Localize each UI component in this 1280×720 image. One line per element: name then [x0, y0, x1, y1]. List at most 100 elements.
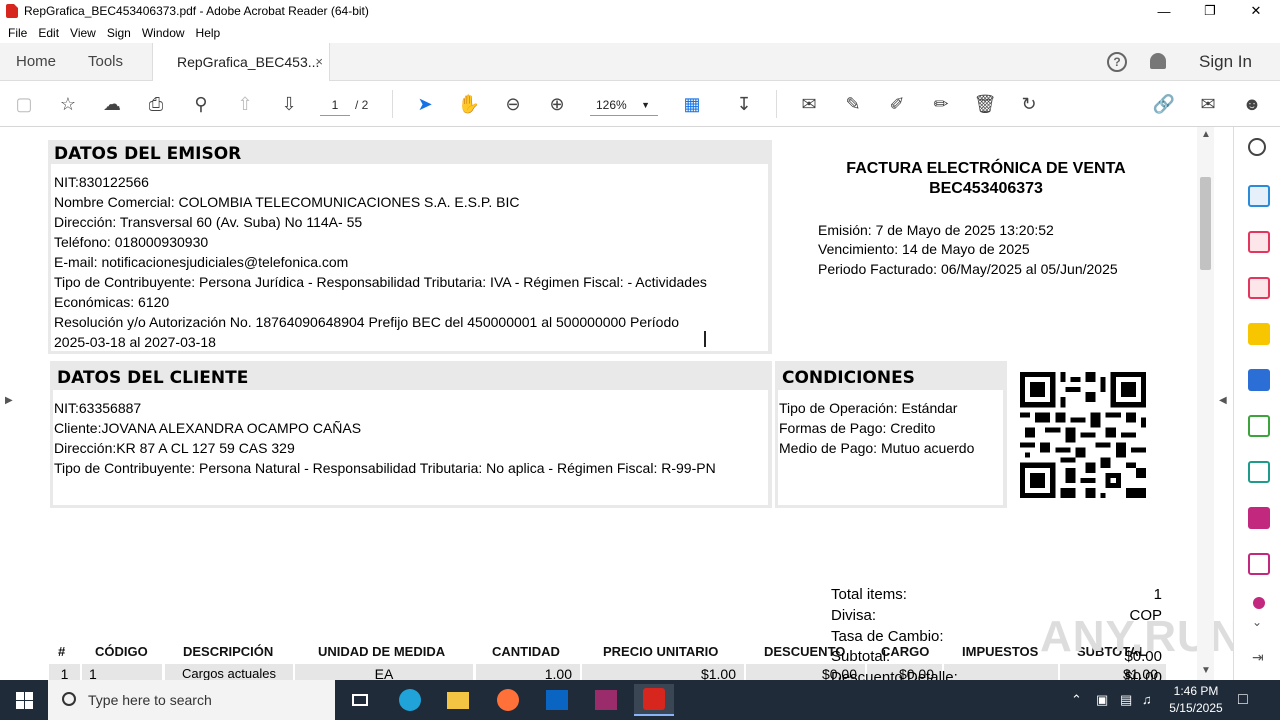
clock-date: 5/15/2025 [1169, 701, 1223, 715]
scroll-mode-icon[interactable]: ↧ [732, 92, 756, 116]
send-for-signature-icon[interactable] [1248, 461, 1270, 483]
cliente-line: Tipo de Contribuyente: Persona Natural -… [54, 460, 716, 476]
totals-label: Divisa: [831, 607, 877, 624]
emisor-line: Nombre Comercial: COLOMBIA TELECOMUNICAC… [54, 194, 520, 210]
next-page-icon[interactable]: ⇩ [277, 92, 301, 116]
emisor-line: E-mail: notificacionesjudiciales@telefon… [54, 254, 349, 270]
zoom-search-icon[interactable]: ⚲ [189, 92, 213, 116]
organize-pages-icon[interactable] [1248, 231, 1270, 253]
delete-icon[interactable]: 🗑 [973, 92, 997, 116]
notifications-icon[interactable]: □ [1238, 680, 1248, 720]
tab-tools[interactable]: Tools [88, 43, 123, 81]
taskbar-clock[interactable]: 1:46 PM 5/15/2025 [1168, 683, 1224, 717]
save-icon[interactable]: ▢ [12, 92, 36, 116]
tray-chevron-up-icon[interactable]: ⌃ [1071, 680, 1082, 720]
hand-tool-icon[interactable]: ✋ [457, 92, 481, 116]
zoom-in-icon[interactable]: ⊕ [545, 92, 569, 116]
highlight-pen-icon[interactable]: ✎ [841, 92, 865, 116]
minimize-button[interactable]: — [1141, 0, 1187, 22]
more-tools-icon[interactable] [1253, 597, 1265, 609]
expand-left-icon[interactable]: ▶ [5, 395, 13, 406]
search-placeholder: Type here to search [88, 692, 212, 708]
menu-view[interactable]: View [66, 26, 103, 40]
invoice-title: FACTURA ELECTRÓNICA DE VENTA [846, 160, 1126, 177]
draw-icon[interactable]: ✐ [885, 92, 909, 116]
close-tab-icon[interactable]: × [315, 43, 323, 81]
zoom-select[interactable]: 126% ▼ [590, 94, 658, 116]
edit-pdf-icon[interactable] [1248, 553, 1270, 575]
maximize-button[interactable]: ❐ [1187, 0, 1233, 22]
winrar-icon[interactable] [586, 684, 626, 716]
scroll-down-icon[interactable]: ▼ [1201, 665, 1211, 676]
cliente-line: Cliente:JOVANA ALEXANDRA OCAMPO CAÑAS [54, 420, 362, 436]
outlook-icon[interactable] [537, 684, 577, 716]
account-search-icon[interactable]: ☻ [1240, 92, 1264, 116]
tab-document-label: RepGrafica_BEC453... [177, 54, 320, 70]
ethernet-icon[interactable]: ▤ [1120, 680, 1132, 720]
scroll-up-icon[interactable]: ▲ [1201, 129, 1211, 140]
task-view-icon[interactable] [340, 684, 380, 716]
cliente-line: Dirección:KR 87 A CL 127 59 CAS 329 [54, 440, 295, 456]
table-cell [944, 664, 1058, 680]
fill-sign-icon[interactable] [1248, 507, 1270, 529]
menu-file[interactable]: File [4, 26, 34, 40]
previous-page-icon[interactable]: ⇧ [233, 92, 257, 116]
compress-icon[interactable] [1248, 415, 1270, 437]
network-icon[interactable]: ▣ [1096, 680, 1108, 720]
volume-icon[interactable]: ♫ [1142, 680, 1152, 720]
invoice-date-line: Periodo Facturado: 06/May/2025 al 05/Jun… [818, 261, 1118, 277]
clock-time: 1:46 PM [1173, 684, 1219, 698]
comment-panel-icon[interactable] [1248, 323, 1270, 345]
window-title: RepGrafica_BEC453406373.pdf - Adobe Acro… [24, 4, 369, 18]
scrollbar-thumb[interactable] [1200, 177, 1211, 270]
file-explorer-icon[interactable] [438, 684, 478, 716]
vertical-scrollbar[interactable]: ▲ ▼ [1197, 127, 1214, 680]
acrobat-reader-icon[interactable] [634, 684, 674, 716]
print-icon[interactable]: ⎙ [144, 92, 168, 116]
totals-value: 1 [1153, 586, 1162, 603]
toolbar-divider [392, 90, 393, 118]
search-icon[interactable] [1248, 138, 1266, 156]
emisor-line: Teléfono: 018000930930 [54, 234, 209, 250]
cliente-heading: DATOS DEL CLIENTE [57, 368, 249, 388]
title-bar: RepGrafica_BEC453406373.pdf - Adobe Acro… [0, 0, 1280, 22]
emisor-line: Tipo de Contribuyente: Persona Jurídica … [54, 274, 707, 290]
collapse-right-icon[interactable]: ◀ [1219, 395, 1227, 406]
table-cell: 1 [49, 664, 80, 680]
edge-browser-icon[interactable] [390, 684, 430, 716]
zoom-out-icon[interactable]: ⊖ [501, 92, 525, 116]
emisor-line: NIT:830122566 [54, 174, 149, 190]
help-icon[interactable]: ? [1107, 52, 1127, 72]
select-cursor-icon[interactable]: ➤ [413, 92, 437, 116]
sign-in-button[interactable]: Sign In [1199, 43, 1252, 81]
comment-icon[interactable]: ✉ [797, 92, 821, 116]
firefox-icon[interactable] [488, 684, 528, 716]
chevron-down-icon[interactable]: ⌄ [1252, 615, 1262, 629]
menu-edit[interactable]: Edit [34, 26, 66, 40]
menu-window[interactable]: Window [138, 26, 192, 40]
qr-code-image [1020, 372, 1146, 498]
rotate-icon[interactable]: ↻ [1017, 92, 1041, 116]
create-pdf-icon[interactable] [1248, 277, 1270, 299]
combine-files-icon[interactable] [1248, 369, 1270, 391]
windows-start-button[interactable] [0, 680, 48, 720]
collapse-panel-icon[interactable]: ⇥ [1252, 649, 1264, 666]
page-number-input[interactable]: 1 [320, 94, 350, 116]
tab-home[interactable]: Home [16, 43, 56, 81]
left-panel-toggle[interactable]: ▶ [0, 127, 18, 680]
menu-help[interactable]: Help [192, 26, 228, 40]
close-window-button[interactable]: ✕ [1233, 0, 1279, 22]
notification-bell-icon[interactable] [1150, 53, 1166, 69]
table-header: # [58, 644, 66, 659]
table-header: CANTIDAD [492, 644, 560, 659]
export-pdf-icon[interactable] [1248, 185, 1270, 207]
taskbar-search-box[interactable]: Type here to search [48, 680, 335, 720]
bookmark-star-icon[interactable]: ☆ [56, 92, 80, 116]
tab-document[interactable]: RepGrafica_BEC453... × [152, 43, 330, 81]
page-display-icon[interactable]: ▦ [680, 92, 704, 116]
link-icon[interactable]: 🔗 [1152, 92, 1176, 116]
upload-cloud-icon[interactable]: ☁ [100, 92, 124, 116]
email-icon[interactable]: ✉ [1196, 92, 1220, 116]
edit-stamp-icon[interactable]: ✏ [929, 92, 953, 116]
menu-sign[interactable]: Sign [103, 26, 138, 40]
